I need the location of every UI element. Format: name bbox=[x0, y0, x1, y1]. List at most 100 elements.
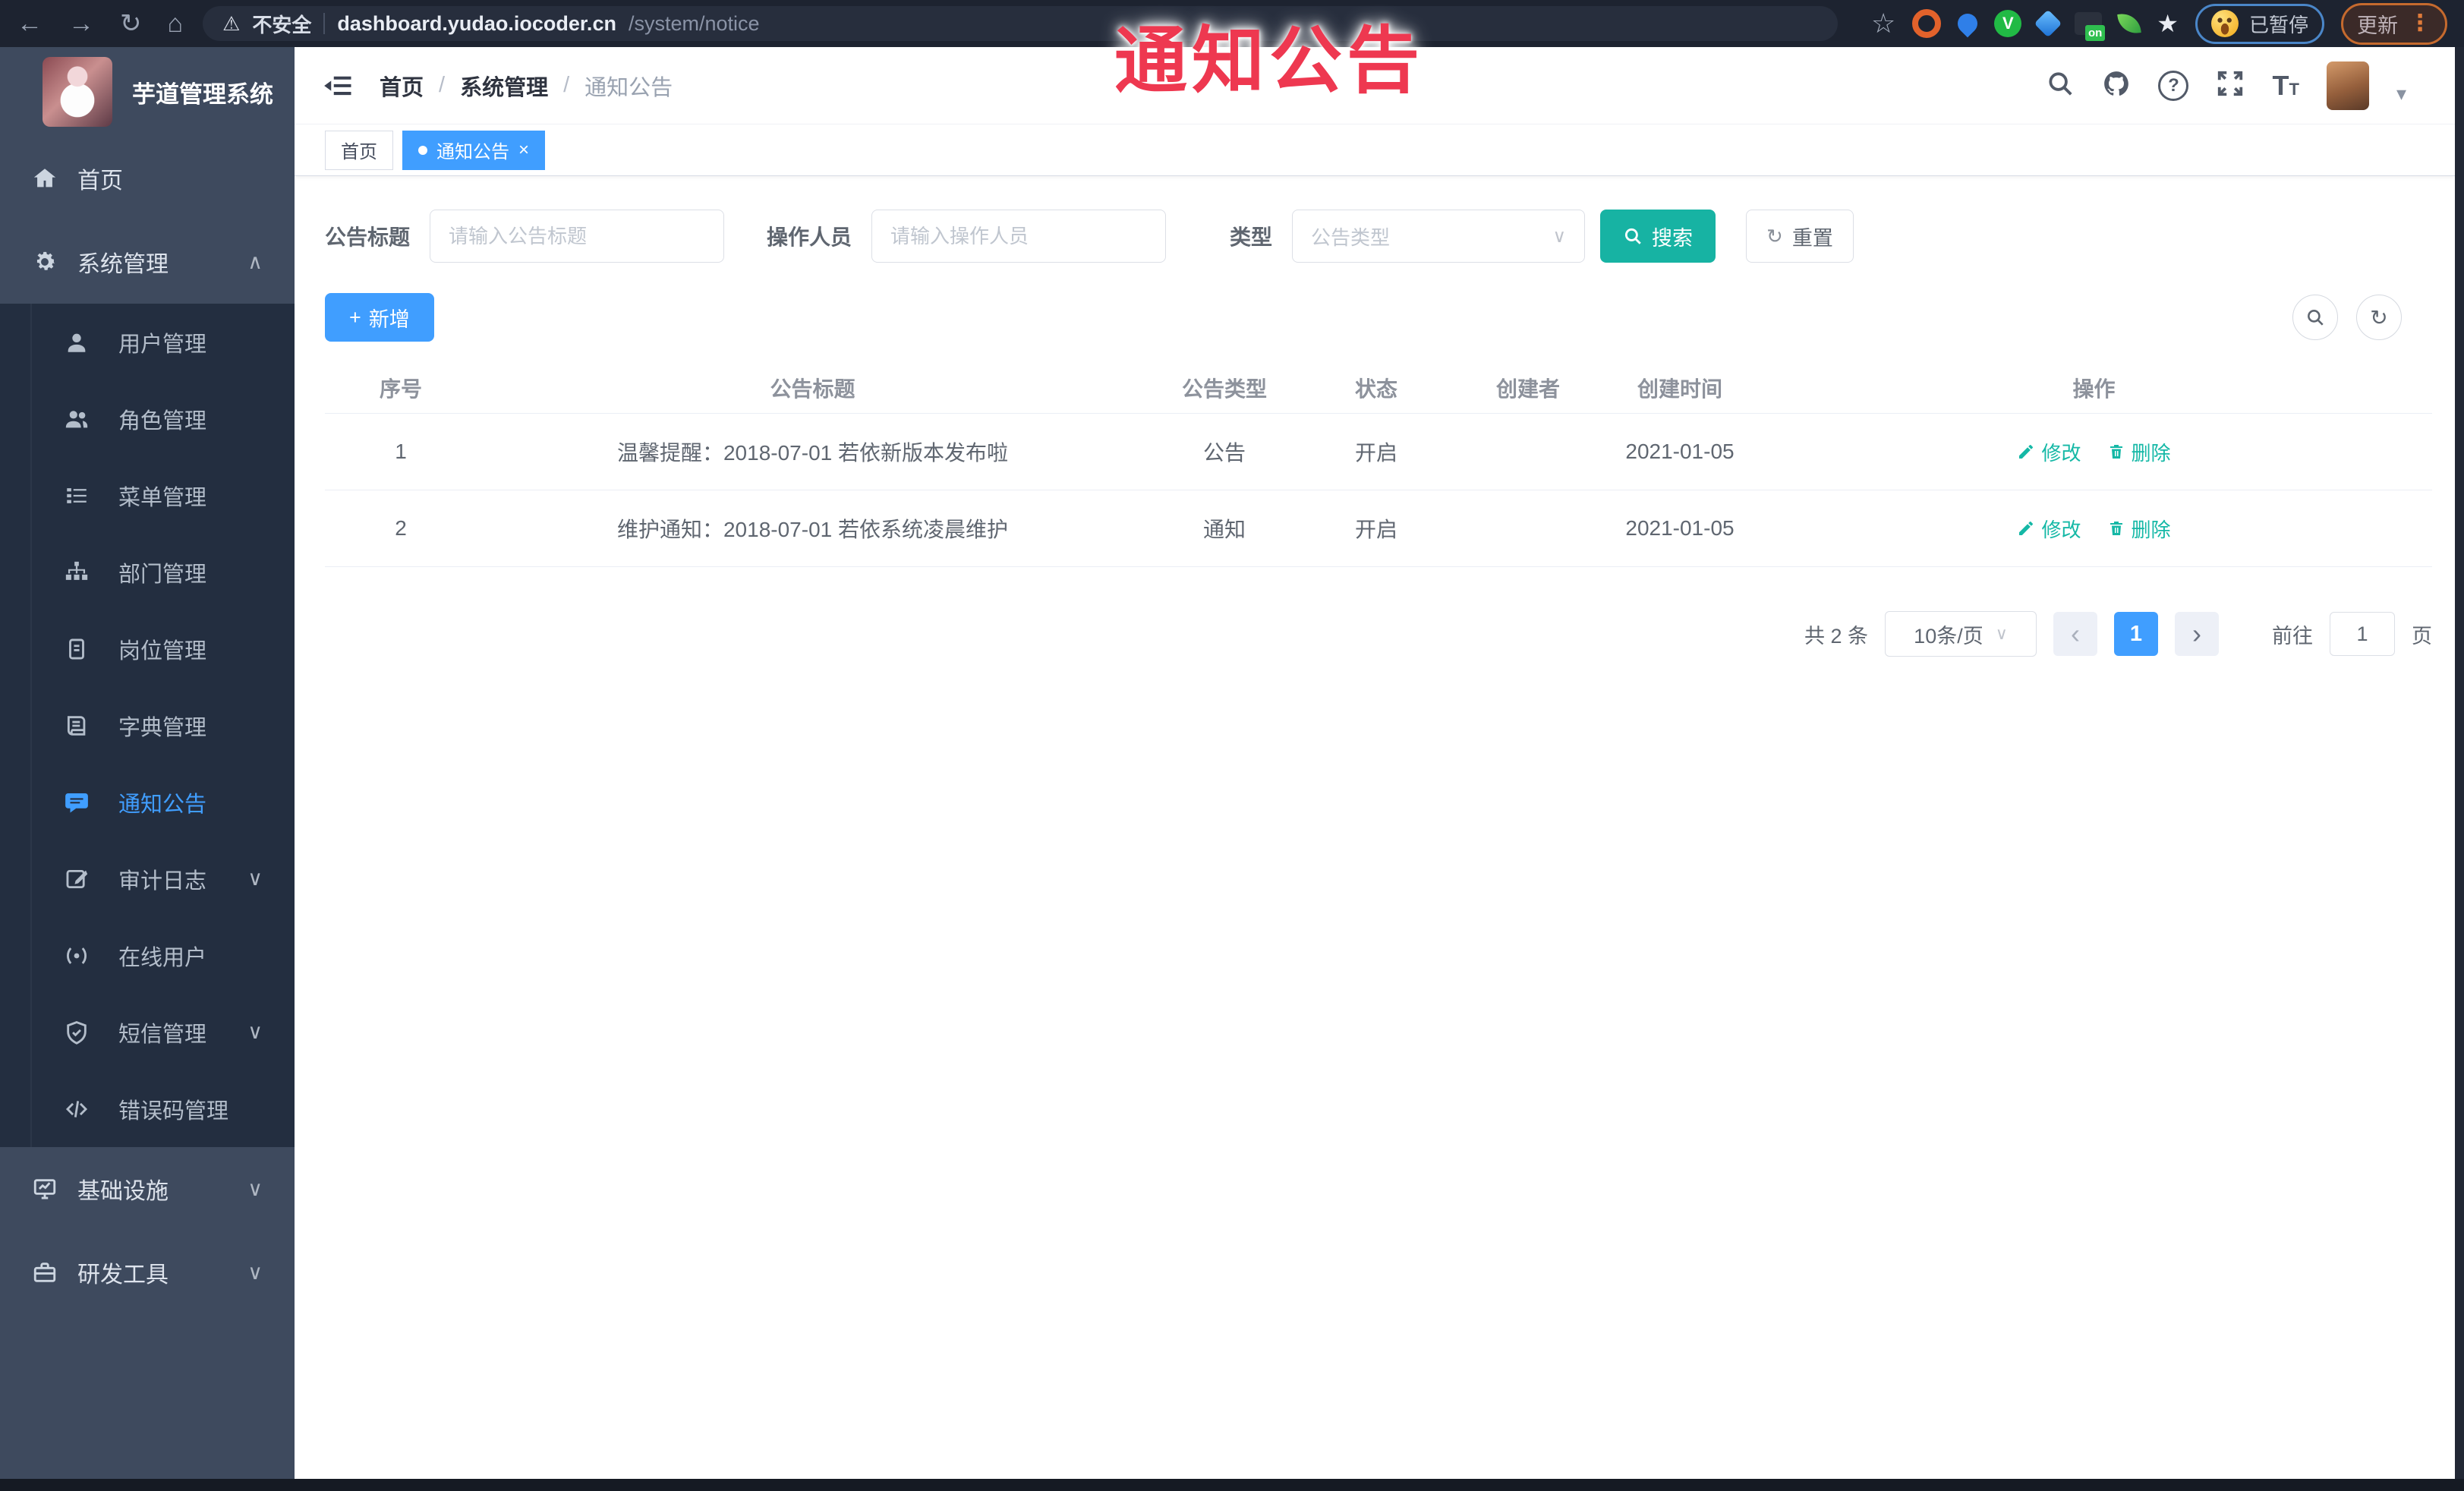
reload-icon[interactable]: ↻ bbox=[120, 11, 142, 36]
sidebar: 芋道管理系统 首页 系统管理 ∧ 用户管理 角色管理 菜单管理 部门管理 岗位管… bbox=[0, 47, 295, 1479]
chevron-down-icon: ∨ bbox=[247, 1020, 263, 1043]
breadcrumb-home[interactable]: 首页 bbox=[380, 70, 424, 102]
tab-label: 通知公告 bbox=[436, 142, 509, 162]
tab-notice[interactable]: 通知公告 × bbox=[402, 130, 546, 170]
paused-extension-pill[interactable]: 已暂停 bbox=[2195, 3, 2324, 44]
kebab-menu-icon[interactable]: ⋮ bbox=[2409, 12, 2431, 35]
sidebar-item-users[interactable]: 用户管理 bbox=[0, 304, 295, 380]
edit-link[interactable]: 修改 bbox=[2017, 438, 2081, 466]
sidebar-item-label: 研发工具 bbox=[77, 1262, 169, 1288]
sidebar-item-roles[interactable]: 角色管理 bbox=[0, 380, 295, 457]
back-icon[interactable]: ← bbox=[17, 11, 43, 36]
sidebar-item-home[interactable]: 首页 bbox=[0, 137, 295, 220]
sidebar-fold-icon[interactable] bbox=[322, 70, 354, 102]
reset-button[interactable]: ↻ 重置 bbox=[1746, 210, 1854, 263]
sidebar-item-departments[interactable]: 部门管理 bbox=[0, 534, 295, 610]
window-bottom-edge bbox=[0, 1479, 2464, 1491]
extension-pin-icon[interactable] bbox=[1953, 9, 1982, 38]
home-icon bbox=[27, 165, 62, 191]
logo[interactable]: 芋道管理系统 bbox=[0, 47, 295, 137]
delete-label: 删除 bbox=[2131, 518, 2171, 541]
home-icon[interactable]: ⌂ bbox=[168, 11, 184, 36]
breadcrumb-current: 通知公告 bbox=[584, 75, 673, 100]
online-users-icon bbox=[59, 943, 94, 969]
table-row[interactable]: 1 温馨提醒：2018-07-01 若依新版本发布啦 公告 开启 2021-01… bbox=[325, 413, 2432, 490]
table-row[interactable]: 2 维护通知：2018-07-01 若依系统凌晨维护 通知 开启 2021-01… bbox=[325, 490, 2432, 566]
extension-gem-icon[interactable] bbox=[2034, 9, 2062, 38]
sidebar-item-label: 系统管理 bbox=[77, 252, 169, 277]
extension-ring-icon[interactable] bbox=[1912, 9, 1942, 38]
window-scrollbar[interactable] bbox=[2455, 47, 2464, 1479]
delete-label: 删除 bbox=[2131, 441, 2171, 465]
browser-nav: ← → ↻ ⌂ bbox=[17, 11, 183, 36]
cell-title: 温馨提醒：2018-07-01 若依新版本发布啦 bbox=[616, 441, 1008, 465]
tab-home[interactable]: 首页 bbox=[325, 130, 393, 170]
address-bar[interactable]: ⚠ 不安全 dashboard.yudao.iocoder.cn /system… bbox=[203, 6, 1839, 41]
sidebar-item-label: 菜单管理 bbox=[118, 485, 207, 510]
pencil-icon bbox=[2019, 522, 2034, 535]
avatar[interactable] bbox=[2326, 61, 2369, 110]
content: 公告标题 操作人员 类型 公告类型 ∨ 搜索 ↻ 重置 bbox=[295, 176, 2455, 657]
current-page-button[interactable]: 1 bbox=[2114, 612, 2158, 656]
extension-star-icon[interactable]: ★ bbox=[2157, 9, 2179, 38]
cell-type: 公告 bbox=[1202, 441, 1246, 465]
sidebar-item-devtools[interactable]: 研发工具 ∨ bbox=[0, 1231, 295, 1314]
operator-filter-input[interactable] bbox=[871, 210, 1167, 263]
search-icon[interactable] bbox=[2046, 69, 2075, 102]
goto-label: 前往 bbox=[2272, 624, 2313, 648]
update-label: 更新 bbox=[2357, 14, 2398, 37]
edit-link[interactable]: 修改 bbox=[2017, 515, 2081, 543]
github-icon[interactable] bbox=[2102, 69, 2131, 102]
search-button[interactable]: 搜索 bbox=[1600, 210, 1716, 263]
pencil-icon bbox=[2019, 445, 2034, 459]
chevron-down-icon: ∨ bbox=[247, 867, 263, 890]
table-tools: ↻ bbox=[2292, 295, 2402, 340]
goto-page-input[interactable] bbox=[2330, 612, 2395, 656]
delete-link[interactable]: 删除 bbox=[2107, 515, 2171, 543]
page-suffix-label: 页 bbox=[2412, 624, 2432, 648]
page-size-select[interactable]: 10条/页 ∨ bbox=[1885, 611, 2037, 657]
caret-down-icon[interactable]: ▾ bbox=[2396, 82, 2406, 106]
sidebar-item-system[interactable]: 系统管理 ∧ bbox=[0, 220, 295, 304]
sidebar-item-notice[interactable]: 通知公告 bbox=[0, 764, 295, 840]
sidebar-item-error-codes[interactable]: 错误码管理 bbox=[0, 1070, 295, 1147]
sidebar-item-posts[interactable]: 岗位管理 bbox=[0, 610, 295, 687]
reset-button-label: 重置 bbox=[1791, 226, 1833, 250]
toggle-search-button[interactable] bbox=[2292, 295, 2338, 340]
table-header-row: 序号 公告标题 公告类型 状态 创建者 创建时间 操作 bbox=[325, 363, 2432, 413]
fullscreen-icon[interactable] bbox=[2216, 69, 2245, 102]
extension-vue-icon[interactable]: V bbox=[1994, 10, 2022, 37]
sidebar-item-label: 字典管理 bbox=[118, 715, 207, 740]
title-filter-input[interactable] bbox=[430, 210, 725, 263]
main: 首页 / 系统管理 / 通知公告 ? TT ▾ 首页 通知公告 × 公告标题 请… bbox=[295, 47, 2455, 1479]
col-header-status: 状态 bbox=[1354, 377, 1397, 401]
sidebar-item-audit-log[interactable]: 审计日志 ∨ bbox=[0, 840, 295, 917]
breadcrumb-system[interactable]: 系统管理 bbox=[460, 70, 548, 102]
close-icon[interactable]: × bbox=[518, 140, 529, 161]
type-filter-select[interactable]: 公告类型 ∨ bbox=[1292, 210, 1586, 263]
sidebar-item-online-users[interactable]: 在线用户 bbox=[0, 917, 295, 994]
extension-tabs-icon[interactable]: on bbox=[2075, 12, 2106, 41]
help-icon[interactable]: ? bbox=[2158, 70, 2189, 101]
sidebar-item-label: 岗位管理 bbox=[118, 638, 207, 664]
forward-icon[interactable]: → bbox=[68, 11, 94, 36]
sidebar-item-sms[interactable]: 短信管理 ∨ bbox=[0, 994, 295, 1070]
toolbar: + 新增 ↻ bbox=[325, 293, 2432, 342]
update-button[interactable]: 更新 ⋮ bbox=[2341, 2, 2447, 45]
font-size-icon[interactable]: TT bbox=[2272, 71, 2299, 99]
extension-leaf-icon[interactable] bbox=[2117, 11, 2142, 36]
sidebar-item-infrastructure[interactable]: 基础设施 ∨ bbox=[0, 1147, 295, 1231]
cell-actions: 修改 删除 bbox=[1756, 515, 2432, 543]
prev-page-button[interactable]: ‹ bbox=[2053, 612, 2097, 656]
delete-link[interactable]: 删除 bbox=[2107, 438, 2171, 466]
next-page-button[interactable]: › bbox=[2175, 612, 2219, 656]
security-label[interactable]: 不安全 bbox=[252, 10, 311, 38]
operator-filter-label: 操作人员 bbox=[767, 225, 852, 249]
bookmark-star-icon[interactable]: ☆ bbox=[1871, 8, 1895, 39]
add-button[interactable]: + 新增 bbox=[325, 293, 434, 342]
sidebar-item-dictionary[interactable]: 字典管理 bbox=[0, 687, 295, 764]
sidebar-item-menus[interactable]: 菜单管理 bbox=[0, 457, 295, 534]
screen: ← → ↻ ⌂ ⚠ 不安全 dashboard.yudao.iocoder.cn… bbox=[0, 0, 2464, 1491]
header-actions: ? TT ▾ bbox=[2046, 61, 2406, 110]
refresh-table-button[interactable]: ↻ bbox=[2356, 295, 2402, 340]
